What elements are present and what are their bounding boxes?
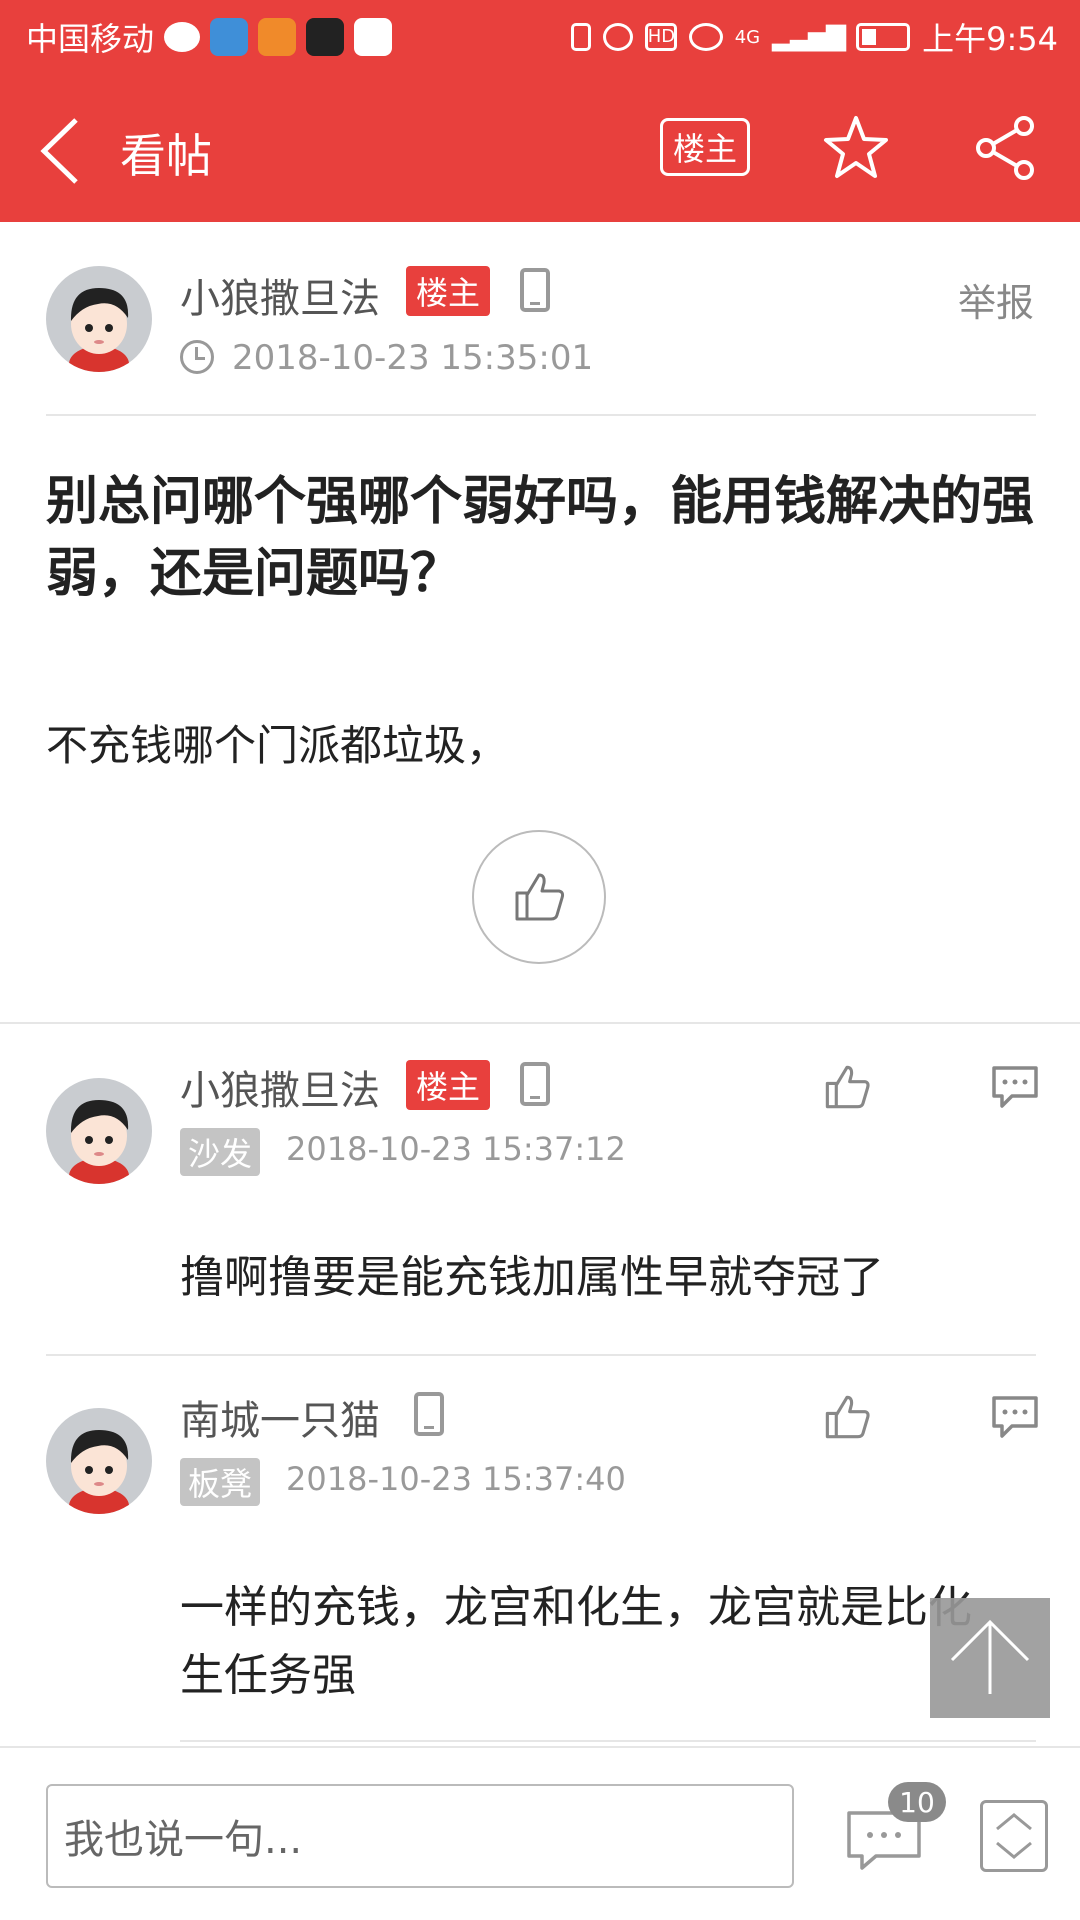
- network-type: 4G: [734, 26, 761, 48]
- mobile-icon: [520, 1062, 550, 1106]
- mobile-icon: [414, 1392, 444, 1436]
- bottom-bar: 我也说一句... 10: [0, 1746, 1080, 1920]
- owner-badge: 楼主: [406, 266, 491, 316]
- favorite-button[interactable]: [822, 114, 890, 182]
- divider: [46, 414, 1036, 416]
- thumbs-up-icon[interactable]: [822, 1392, 872, 1442]
- up-down-chevron-icon: [996, 1813, 1032, 1859]
- author-avatar[interactable]: [46, 266, 152, 372]
- divider: [180, 1740, 1036, 1742]
- app-icon-paper-plane: [210, 18, 249, 56]
- only-owner-button[interactable]: 楼主: [660, 118, 750, 176]
- share-button[interactable]: [972, 114, 1040, 182]
- back-button[interactable]: [38, 118, 98, 184]
- carrier-label: 中国移动: [26, 20, 155, 58]
- comment-icon[interactable]: [990, 1394, 1040, 1440]
- report-link[interactable]: 举报: [958, 272, 1034, 327]
- scroll-to-top-button[interactable]: [930, 1598, 1050, 1718]
- reply-time: 2018-10-23 15:37:40: [286, 1460, 626, 1498]
- page-title: 看帖: [120, 129, 212, 183]
- hd-icon: HD: [644, 23, 677, 51]
- mobile-icon: [520, 268, 550, 312]
- title-bar: 看帖 楼主: [0, 76, 1080, 222]
- thumbs-up-icon[interactable]: [822, 1062, 872, 1112]
- author-name[interactable]: 小狼撒旦法: [180, 266, 380, 324]
- status-bar: 中国移动 HD 4G ▂▃▅▇ 上午9:54: [0, 0, 1080, 76]
- vibrate-icon: [570, 23, 591, 51]
- chevron-left-icon: [40, 118, 78, 184]
- reply-author-name[interactable]: 南城一只猫: [180, 1388, 380, 1446]
- battery-icon: [856, 23, 911, 51]
- post-time: 2018-10-23 15:35:01: [232, 338, 594, 378]
- reply-author-name[interactable]: 小狼撒旦法: [180, 1058, 380, 1116]
- thumbs-up-icon: [515, 873, 565, 921]
- comment-count-badge: 10: [888, 1782, 946, 1822]
- share-icon: [976, 116, 1034, 180]
- arrow-up-icon: [950, 1619, 1030, 1694]
- eye-icon: [688, 23, 723, 51]
- reply-avatar[interactable]: [46, 1408, 152, 1514]
- floor-badge: 沙发: [180, 1128, 261, 1176]
- section-divider: [0, 1022, 1080, 1024]
- clock-icon: [180, 340, 214, 374]
- app-icon-bird: [258, 18, 297, 56]
- divider: [46, 1354, 1036, 1356]
- cartoon-avatar-icon: [69, 288, 129, 372]
- comment-icon[interactable]: [990, 1064, 1040, 1110]
- signal-icon: ▂▃▅▇: [772, 22, 846, 52]
- page-navigate-button[interactable]: [980, 1800, 1048, 1872]
- post-title: 别总问哪个强哪个弱好吗，能用钱解决的强弱，还是问题吗？: [46, 472, 1035, 604]
- post-body: 不充钱哪个门派都垃圾，: [46, 721, 509, 770]
- comment-input[interactable]: 我也说一句...: [46, 1784, 794, 1888]
- app-icon-tiktok: [306, 18, 345, 56]
- reply-text: 一样的充钱，龙宫和化生，龙宫就是比化生任务强: [180, 1582, 972, 1701]
- app-icon-chat: [354, 18, 393, 56]
- alarm-icon: [602, 23, 633, 51]
- reply-text: 撸啊撸要是能充钱加属性早就夺冠了: [180, 1252, 884, 1303]
- cartoon-avatar-icon: [69, 1100, 129, 1184]
- message-icon: [164, 22, 201, 52]
- status-time: 上午9:54: [922, 20, 1058, 58]
- floor-badge: 板凳: [180, 1458, 261, 1506]
- owner-badge: 楼主: [406, 1060, 491, 1110]
- reply-avatar[interactable]: [46, 1078, 152, 1184]
- star-icon: [824, 116, 888, 178]
- cartoon-avatar-icon: [69, 1430, 129, 1514]
- like-button[interactable]: [472, 830, 606, 964]
- reply-time: 2018-10-23 15:37:12: [286, 1130, 626, 1168]
